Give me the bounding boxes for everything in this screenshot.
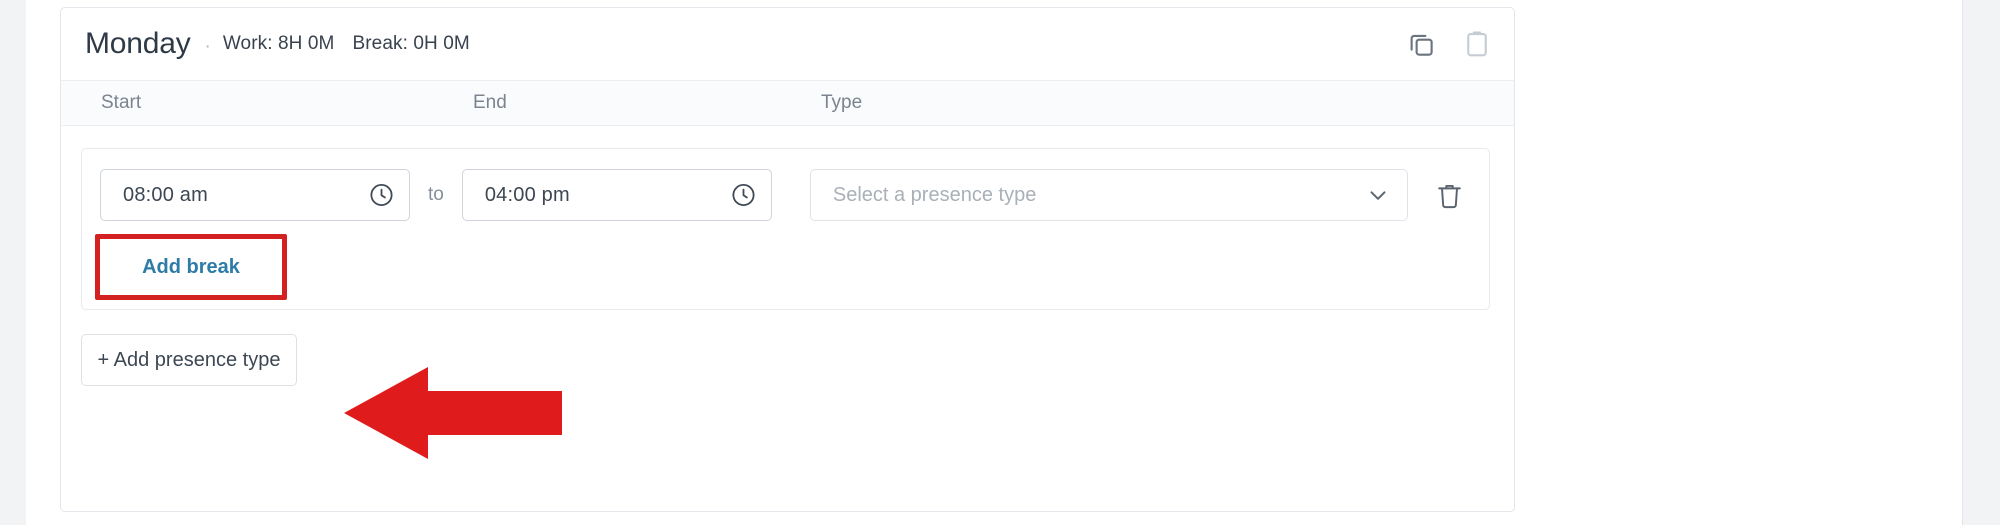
start-time-input[interactable]: 08:00 am — [100, 169, 410, 221]
presence-entry-block: 08:00 am to 04:00 pm Select a presence t… — [81, 148, 1490, 459]
header-actions — [1406, 29, 1492, 59]
column-header-end: End — [473, 92, 507, 113]
page-gutter-left-inner — [26, 0, 38, 525]
column-header-start: Start — [101, 92, 142, 113]
day-card-header: Monday · Work: 8H 0M Break: 0H 0M — [61, 8, 1514, 80]
break-total-label: Break: 0H 0M — [352, 33, 470, 54]
presence-type-placeholder: Select a presence type — [832, 183, 1037, 206]
work-total-label: Work: 8H 0M — [222, 33, 335, 54]
annotation-arrow — [344, 367, 562, 459]
clock-icon[interactable] — [730, 182, 757, 209]
time-range-separator: to — [428, 184, 444, 205]
add-break-button[interactable]: Add break — [100, 239, 282, 295]
day-card-body: 08:00 am to 04:00 pm Select a presence t… — [61, 126, 1514, 459]
day-card: Monday · Work: 8H 0M Break: 0H 0M Start … — [60, 7, 1515, 512]
column-header-type: Type — [821, 92, 863, 113]
end-time-value: 04:00 pm — [484, 183, 570, 206]
page-gutter-left — [0, 0, 38, 525]
time-entry-row: 08:00 am to 04:00 pm Select a presence t… — [100, 169, 1471, 221]
end-time-input[interactable]: 04:00 pm — [461, 169, 772, 221]
start-time-value: 08:00 am — [123, 183, 208, 206]
page-title: Monday — [85, 27, 191, 60]
clock-icon[interactable] — [368, 182, 395, 209]
clipboard-icon[interactable] — [1462, 29, 1492, 59]
add-presence-type-button[interactable]: + Add presence type — [81, 334, 297, 386]
copy-icon[interactable] — [1406, 29, 1436, 59]
add-break-wrapper: Add break — [95, 234, 287, 300]
page-gutter-right — [1962, 0, 2000, 525]
presence-type-select[interactable]: Select a presence type — [809, 169, 1408, 221]
delete-entry-button[interactable] — [1434, 180, 1465, 211]
column-header-row: Start End Type — [61, 80, 1514, 126]
header-separator: · — [204, 35, 211, 57]
chevron-down-icon[interactable] — [1365, 182, 1391, 208]
